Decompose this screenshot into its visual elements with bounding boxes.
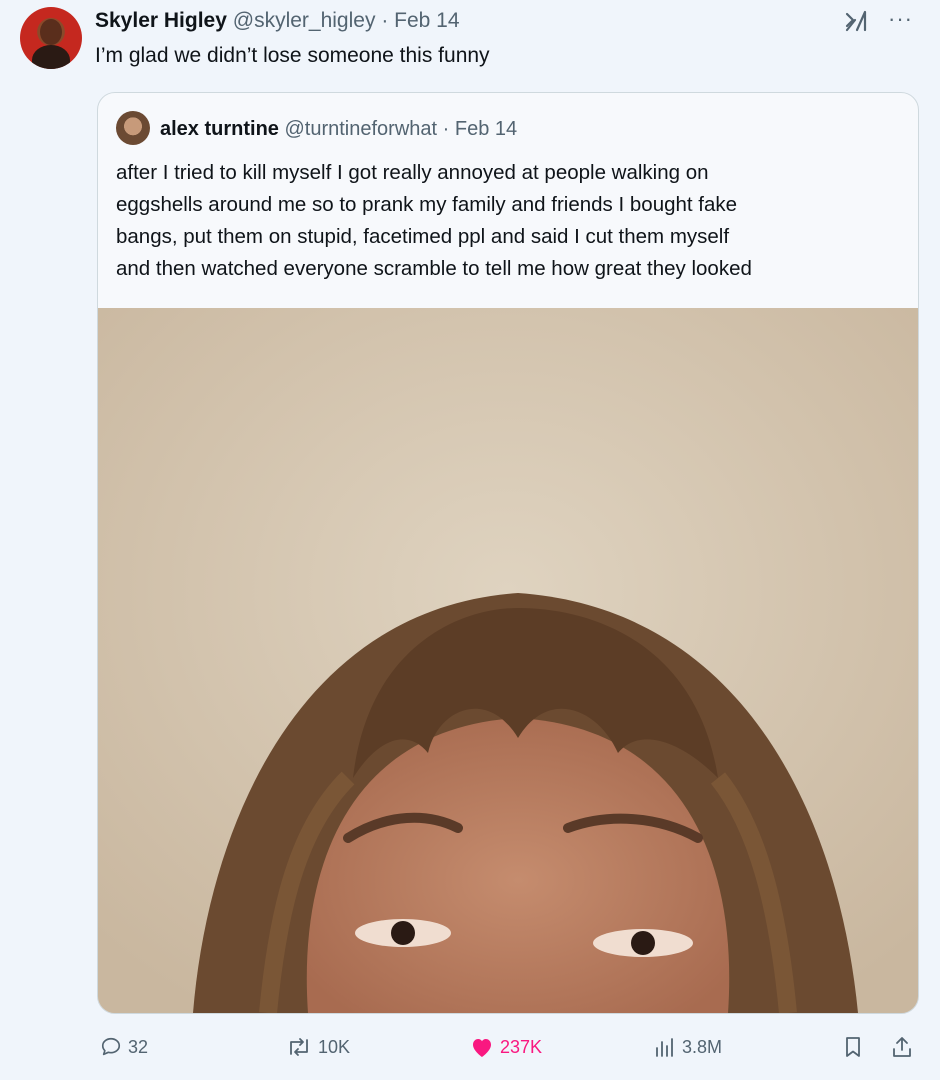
more-icon[interactable]: ··· [888, 6, 913, 32]
views-button[interactable]: 3.8M [654, 1036, 722, 1058]
author-name[interactable]: Skyler Higley [95, 9, 227, 32]
bookmark-icon [846, 1037, 860, 1057]
grok-icon[interactable] [845, 10, 869, 37]
like-count: 237K [500, 1036, 543, 1057]
quoted-author-avatar[interactable] [116, 111, 150, 145]
author-avatar[interactable] [20, 7, 82, 69]
separator: · [442, 118, 450, 140]
quoted-tweet-photo[interactable] [98, 308, 918, 1013]
tweet-date[interactable]: Feb 14 [394, 9, 459, 32]
share-icon [893, 1037, 911, 1057]
reply-count: 32 [128, 1036, 149, 1057]
reply-button[interactable]: 32 [100, 1036, 148, 1058]
tweet-text: I’m glad we didn’t lose someone this fun… [95, 44, 490, 67]
quoted-tweet-date[interactable]: Feb 14 [455, 118, 517, 140]
quoted-text-line: eggshells around me so to prank my famil… [116, 193, 738, 216]
separator: · [381, 9, 389, 32]
tweet-header: Skyler Higley @skyler_higley · Feb 14 [95, 9, 460, 33]
author-handle[interactable]: @skyler_higley [233, 9, 376, 32]
quoted-text-line: after I tried to kill myself I got reall… [116, 161, 709, 184]
tweet-actions: 32 10K 237K 3.8M [0, 1036, 940, 1066]
repost-icon [290, 1038, 308, 1056]
repost-count: 10K [318, 1036, 351, 1057]
share-button[interactable] [891, 1036, 913, 1058]
quoted-author-name[interactable]: alex turntine [160, 118, 279, 140]
quoted-tweet-header: alex turntine @turntineforwhat · Feb 14 [160, 117, 517, 141]
views-icon [656, 1038, 673, 1057]
selfie-photo [98, 308, 918, 1013]
repost-button[interactable]: 10K [286, 1036, 350, 1058]
quoted-tweet-card[interactable]: alex turntine @turntineforwhat · Feb 14 … [97, 92, 919, 1014]
like-button[interactable]: 237K [470, 1036, 542, 1058]
quoted-text-line: and then watched everyone scramble to te… [116, 257, 752, 280]
heart-icon [473, 1039, 491, 1057]
bookmark-button[interactable] [843, 1036, 863, 1058]
quoted-tweet-text: after I tried to kill myself I got reall… [116, 157, 906, 285]
quoted-author-handle[interactable]: @turntineforwhat [284, 118, 437, 140]
quoted-text-line: bangs, put them on stupid, facetimed ppl… [116, 225, 730, 248]
view-count: 3.8M [682, 1036, 723, 1057]
reply-icon [101, 1037, 121, 1056]
